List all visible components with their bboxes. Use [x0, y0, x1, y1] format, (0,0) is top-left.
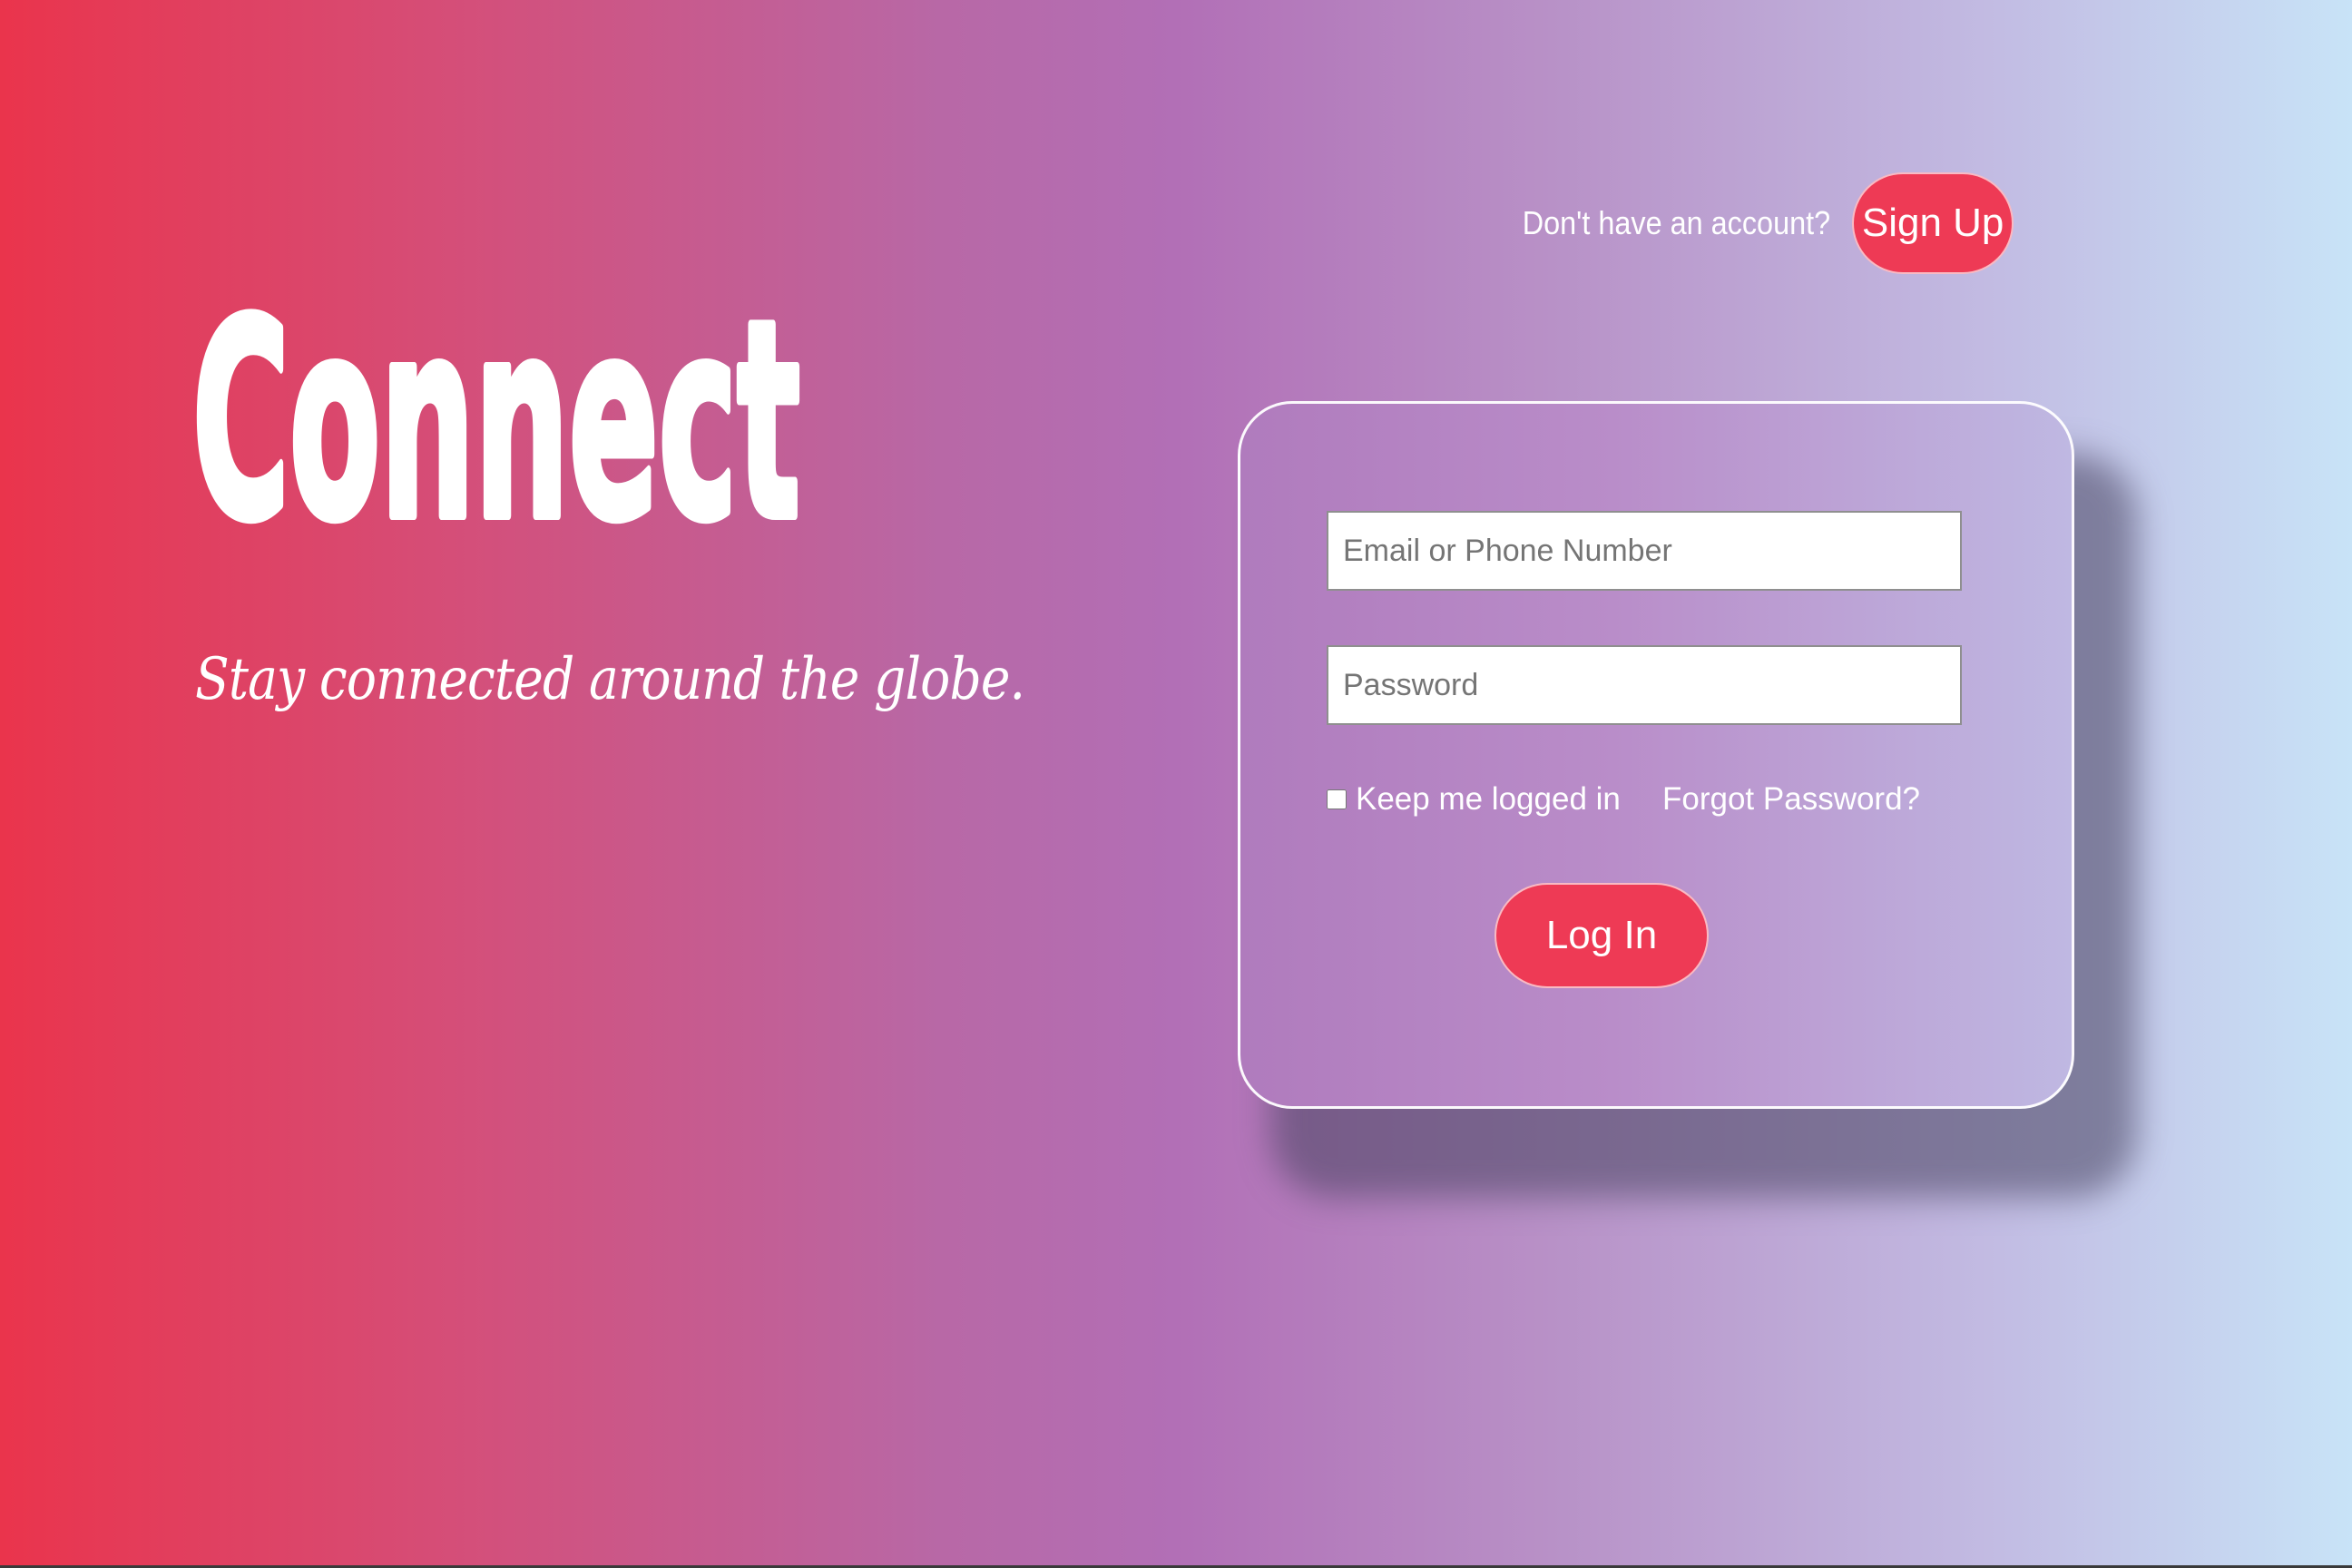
remember-me-label[interactable]: Keep me logged in — [1356, 781, 1621, 818]
sign-up-button[interactable]: Sign Up — [1852, 172, 2014, 274]
forgot-password-link[interactable]: Forgot Password? — [1662, 781, 1920, 818]
email-field[interactable] — [1327, 511, 1962, 591]
log-in-button[interactable]: Log In — [1494, 883, 1709, 988]
brand-logo-text: Connect — [192, 263, 800, 580]
password-field[interactable] — [1327, 645, 1962, 725]
signup-prompt: Don't have an account? — [1522, 204, 1831, 241]
remember-me-checkbox[interactable] — [1327, 789, 1347, 809]
signup-row: Don't have an account? Sign Up — [1488, 172, 2014, 274]
brand-logo: Connect — [188, 259, 828, 584]
tagline: Stay connected around the globe. — [195, 646, 1025, 713]
remember-me-row: Keep me logged in — [1327, 781, 1621, 818]
login-card: Keep me logged in Forgot Password? Log I… — [1238, 401, 2074, 1109]
